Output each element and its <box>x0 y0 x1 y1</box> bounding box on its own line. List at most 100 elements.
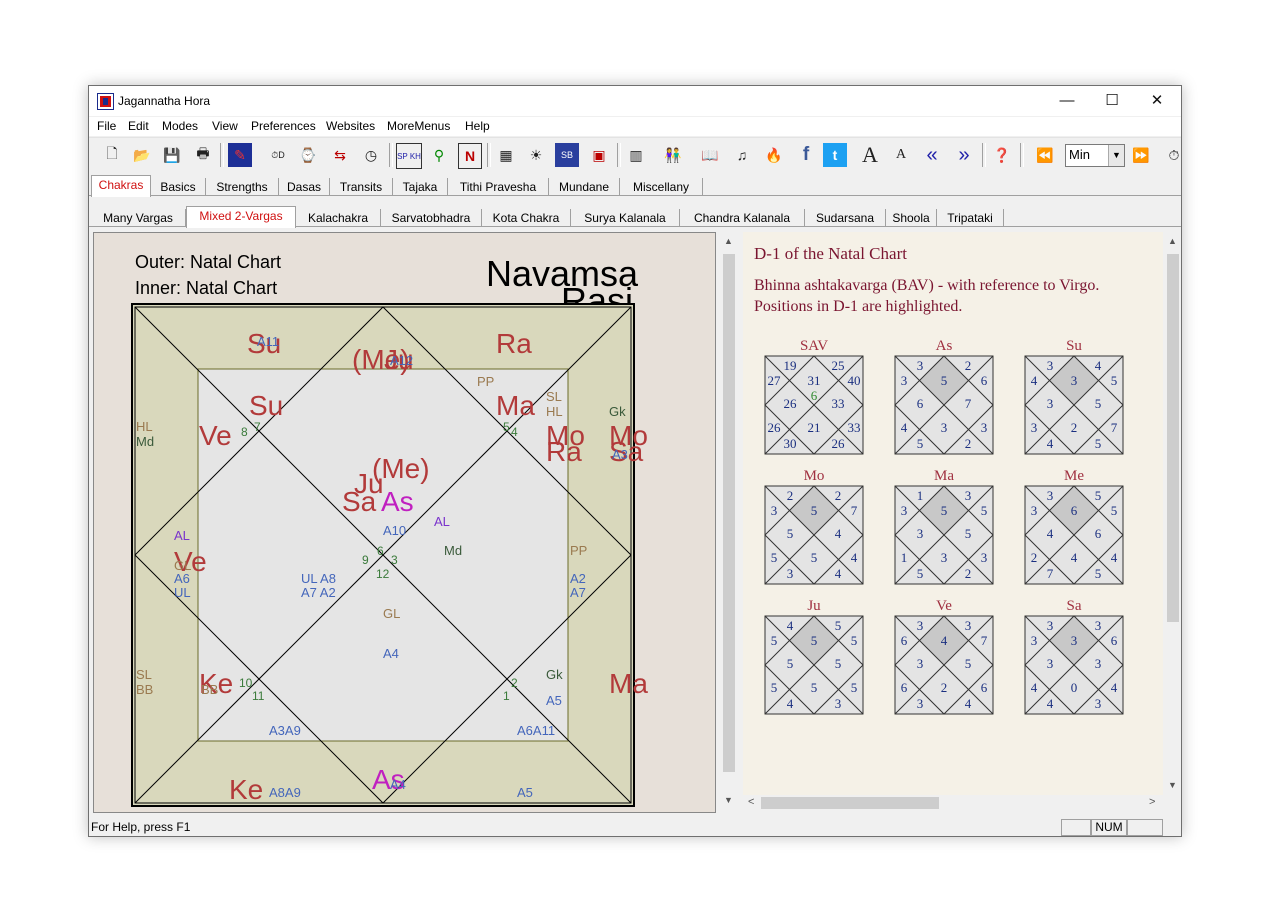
bav-grid-ma: Ma1 33 5 53 51 3 35 2 <box>894 468 994 585</box>
bav-hscroll-thumb[interactable] <box>761 797 939 809</box>
tab-tripataki[interactable]: Tripataki <box>937 209 1004 226</box>
tab-surya-kalanala[interactable]: Surya Kalanala <box>571 209 680 226</box>
menu-view[interactable]: View <box>212 119 238 133</box>
svg-text:11: 11 <box>252 689 265 703</box>
bav-value: 4 <box>1031 680 1038 695</box>
bav-subheading-2: Positions in D-1 are highlighted. <box>754 298 963 315</box>
bav-value: 4 <box>941 633 948 648</box>
tab-mixed-2-vargas[interactable]: Mixed 2-Vargas <box>186 206 296 228</box>
new-file-icon[interactable]: 🗋 <box>102 143 122 167</box>
chart-vertical-scrollbar[interactable]: ▲ ▼ <box>721 232 737 811</box>
data-clock-icon[interactable]: ⏱D <box>265 143 291 167</box>
tab-chakras[interactable]: Chakras <box>91 175 151 197</box>
bav-value: 4 <box>1095 358 1102 373</box>
title-bar[interactable]: Jagannatha Hora — ☐ ✕ <box>89 86 1181 116</box>
bav-vertical-scrollbar[interactable]: ▲ ▼ <box>1165 232 1181 795</box>
book-icon[interactable]: 📖 <box>698 143 722 167</box>
bav-value: 6 <box>901 680 908 695</box>
tab-chandra-kalanala[interactable]: Chandra Kalanala <box>680 209 805 226</box>
help-icon[interactable]: ❓ <box>991 143 1013 167</box>
menu-modes[interactable]: Modes <box>162 119 198 133</box>
tab-transits[interactable]: Transits <box>330 178 393 195</box>
bav-horizontal-scrollbar[interactable]: < > <box>743 795 1163 811</box>
bav-value: 5 <box>771 633 778 648</box>
tab-strengths[interactable]: Strengths <box>206 178 279 195</box>
bav-value: 4 <box>851 550 858 565</box>
bav-value: 1 <box>901 550 908 565</box>
tab-sarvatobhadra[interactable]: Sarvatobhadra <box>381 209 482 226</box>
svg-text:A7: A7 <box>570 585 586 600</box>
bav-value: 33 <box>848 420 861 435</box>
toolbar: 🗋 📂 💾 🖶 ✎ ⏱D ⌚ ⇆ ◷ SP KH ⚲ N ▦ ☀ SB ▣ ▥ … <box>89 137 1181 172</box>
bav-value: 5 <box>835 656 842 671</box>
tab-tajaka[interactable]: Tajaka <box>393 178 448 195</box>
bav-value: 33 <box>832 396 845 411</box>
chart-edit-icon[interactable]: ✎ <box>228 143 252 167</box>
next-icon[interactable]: » <box>953 143 975 167</box>
transit-clock-icon[interactable]: ◷ <box>358 143 384 167</box>
bav-value: 4 <box>1111 550 1118 565</box>
print-icon[interactable]: 🖶 <box>193 143 213 167</box>
svg-text:PP: PP <box>477 374 494 389</box>
tab-shoola[interactable]: Shoola <box>886 209 937 226</box>
svg-text:A3: A3 <box>612 447 628 462</box>
tab-sudarsana[interactable]: Sudarsana <box>805 209 886 226</box>
tab-miscellany[interactable]: Miscellany <box>620 178 703 195</box>
maximize-button[interactable]: ☐ <box>1089 86 1135 116</box>
sb-icon[interactable]: SB <box>555 143 579 167</box>
bav-value: 5 <box>771 680 778 695</box>
tab-kota-chakra[interactable]: Kota Chakra <box>482 209 571 226</box>
close-button[interactable]: ✕ <box>1134 86 1180 116</box>
save-icon[interactable]: 💾 <box>162 143 182 167</box>
bav-scroll-thumb[interactable] <box>1167 254 1179 622</box>
previous-icon[interactable]: « <box>921 143 943 167</box>
menu-edit[interactable]: Edit <box>128 119 149 133</box>
sp-kh-icon[interactable]: SP KH <box>396 143 422 169</box>
bav-value: 7 <box>851 503 858 518</box>
bav-value: 3 <box>1047 396 1054 411</box>
compatibility-icon[interactable]: 👫 <box>660 143 686 167</box>
fire-icon[interactable]: 🔥 <box>761 143 787 167</box>
bav-value: 4 <box>787 618 794 633</box>
facebook-icon[interactable]: f <box>796 143 816 167</box>
bav-value: 19 <box>784 358 797 373</box>
menu-websites[interactable]: Websites <box>326 119 375 133</box>
tab-dasas[interactable]: Dasas <box>279 178 330 195</box>
grid-chart-icon[interactable]: ▦ <box>494 143 518 167</box>
planet-ra-inner: Ra <box>546 436 582 467</box>
dancing-icon[interactable]: ♫ <box>729 143 755 167</box>
bhava-grid-icon[interactable]: ▥ <box>624 143 648 167</box>
open-folder-icon[interactable]: 📂 <box>132 143 152 167</box>
minimize-button[interactable]: — <box>1044 86 1090 116</box>
menu-moremenus[interactable]: MoreMenus <box>387 119 450 133</box>
tab-many-vargas[interactable]: Many Vargas <box>91 209 186 226</box>
step-back-clock-icon[interactable]: ⏪ <box>1033 143 1057 167</box>
app-window: Jagannatha Hora — ☐ ✕ File Edit Modes Vi… <box>88 85 1182 837</box>
astrologer-icon[interactable]: ⚲ <box>427 143 451 167</box>
font-larger-icon[interactable]: A <box>859 142 881 167</box>
menu-preferences[interactable]: Preferences <box>251 119 316 133</box>
step-forward-clock-icon[interactable]: ⏩ <box>1129 143 1153 167</box>
time-forward-icon[interactable]: ⇆ <box>327 143 353 167</box>
twitter-icon[interactable]: t <box>823 143 847 167</box>
chart-scroll-thumb[interactable] <box>723 254 735 772</box>
menu-file[interactable]: File <box>97 119 116 133</box>
sun-icon[interactable]: ☀ <box>525 143 547 167</box>
tab-tithi-pravesha[interactable]: Tithi Pravesha <box>448 178 549 195</box>
outer-chart-label: Outer: Natal Chart <box>135 252 281 272</box>
more-tools-icon[interactable]: ⏱ <box>1167 143 1181 167</box>
kota-icon[interactable]: ▣ <box>587 143 611 167</box>
bav-value: 5 <box>811 680 818 695</box>
tab-basics[interactable]: Basics <box>151 178 206 195</box>
chevron-down-icon[interactable]: ▼ <box>1108 145 1124 166</box>
tab-mundane[interactable]: Mundane <box>549 178 620 195</box>
svg-text:6: 6 <box>377 544 384 558</box>
bav-value: 4 <box>965 696 972 711</box>
font-smaller-icon[interactable]: A <box>891 143 911 167</box>
step-unit-select[interactable]: Min ▼ <box>1065 144 1125 167</box>
menu-help[interactable]: Help <box>465 119 490 133</box>
tab-kalachakra[interactable]: Kalachakra <box>296 209 381 226</box>
nakshatra-icon[interactable]: N <box>458 143 482 169</box>
time-back-icon[interactable]: ⌚ <box>295 143 321 167</box>
bav-value: 3 <box>917 656 924 671</box>
